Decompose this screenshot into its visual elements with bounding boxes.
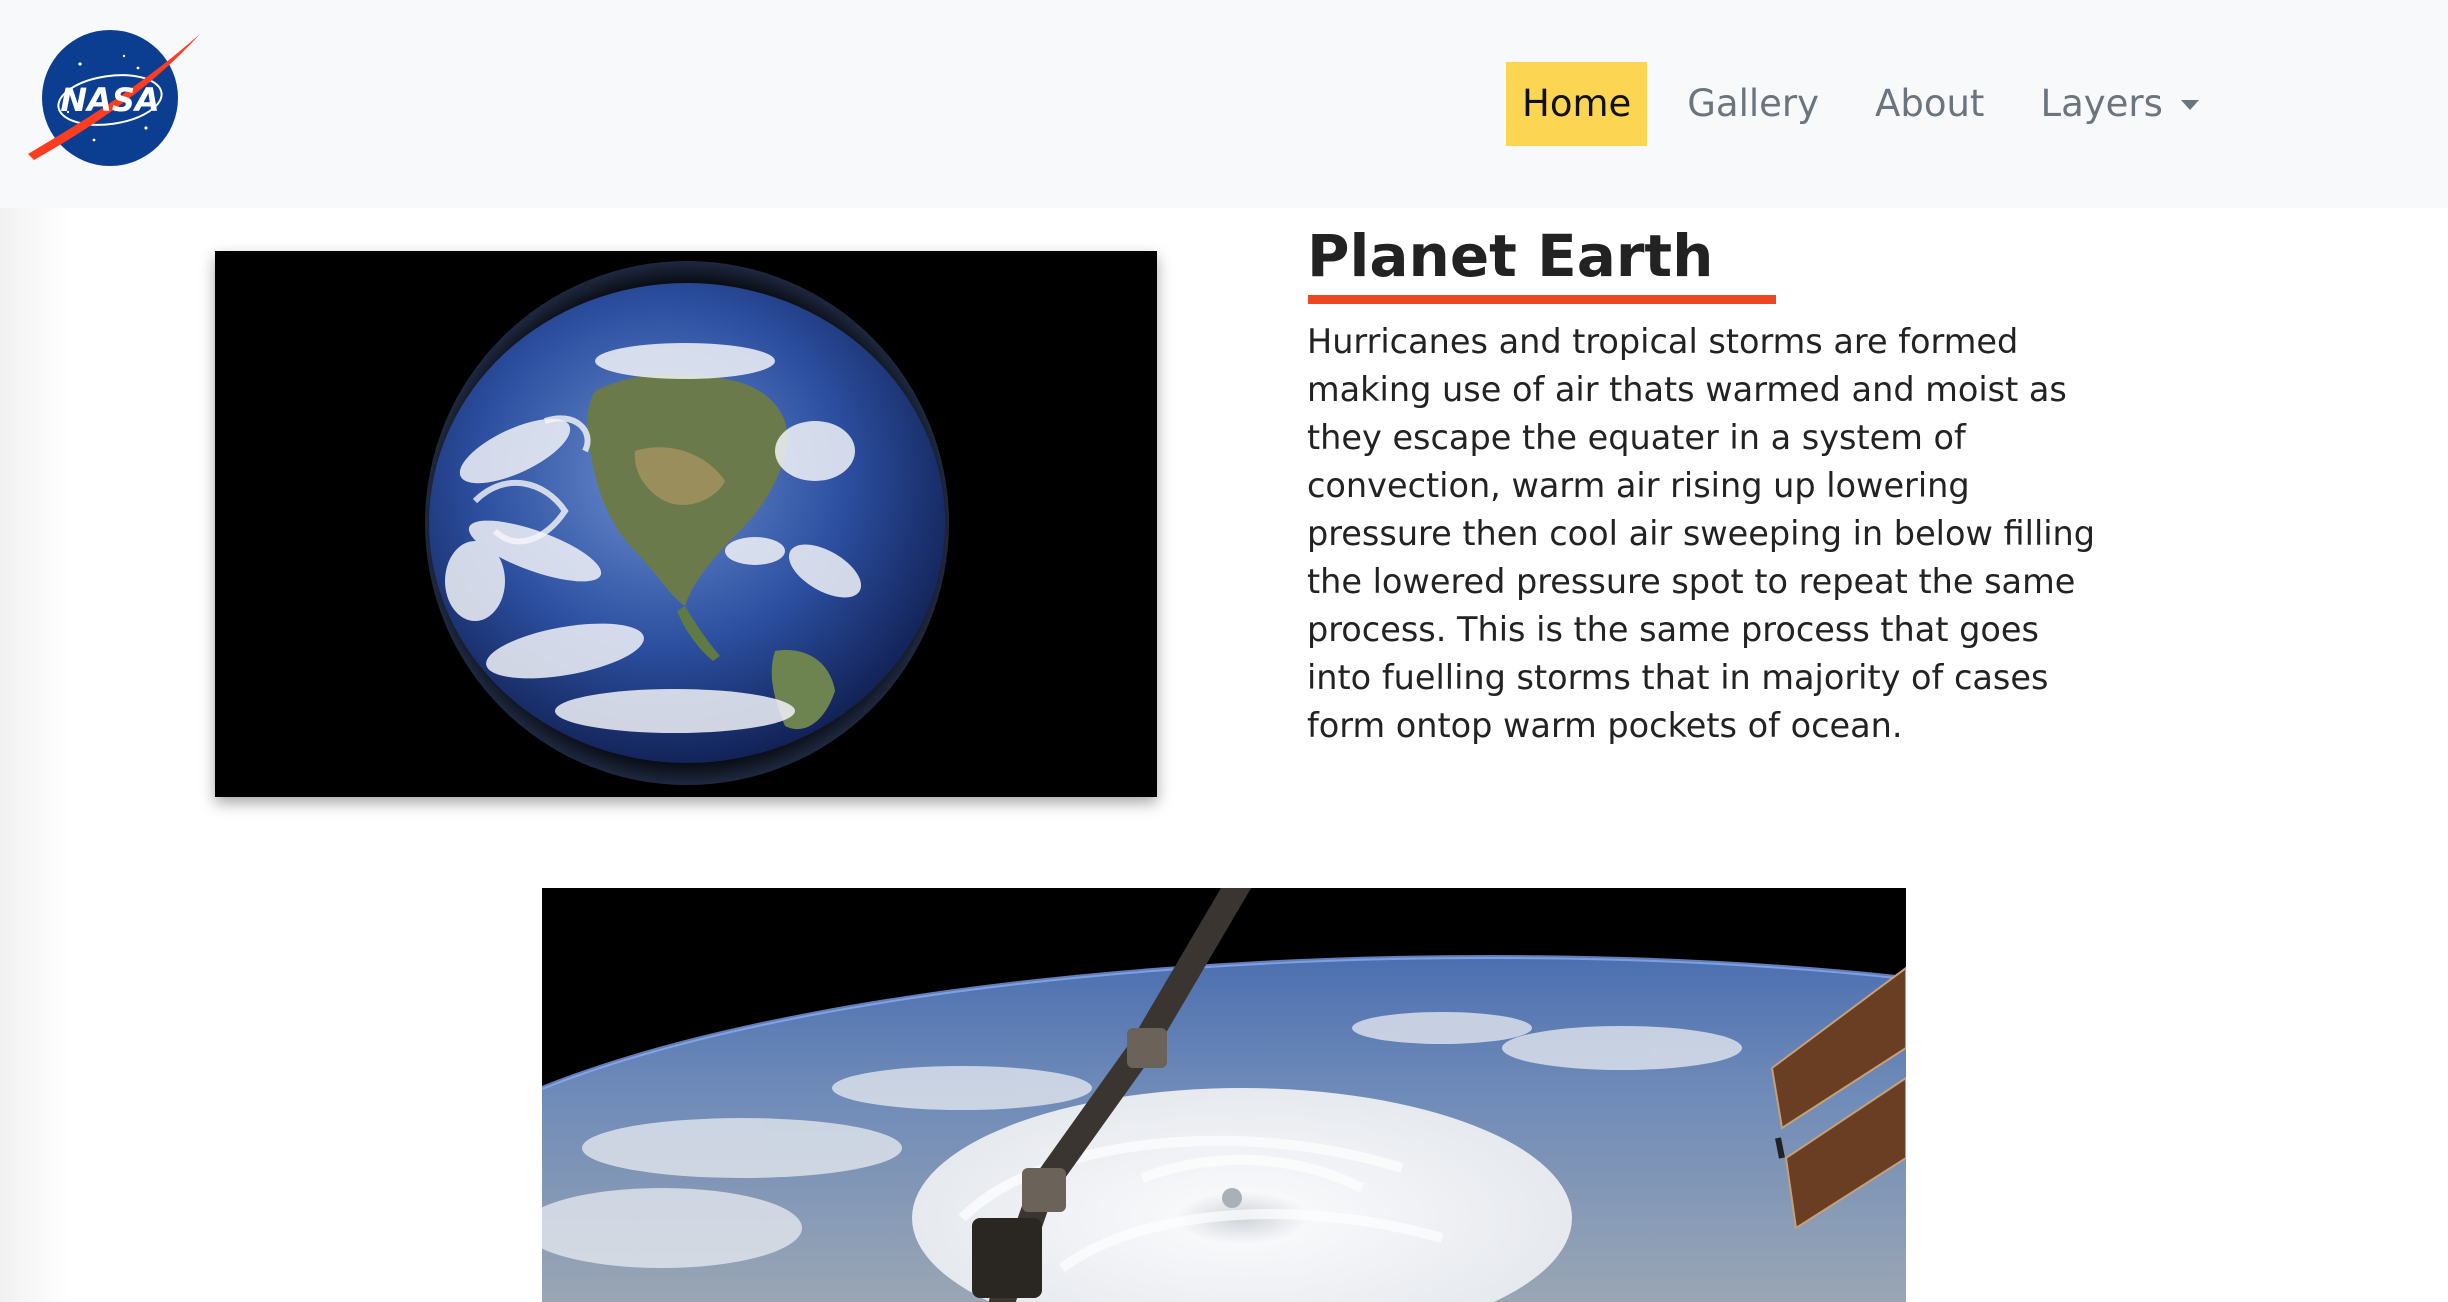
logo-text: NASA (60, 81, 159, 119)
nav-about-link[interactable]: About (1859, 62, 2000, 146)
title-underline (1308, 295, 1776, 304)
hurricane-image (542, 888, 1906, 1302)
nav-layers-dropdown[interactable]: Layers (2024, 62, 2214, 146)
navbar: NASA Home Gallery About Layers (0, 0, 2448, 208)
earth-from-space-image (215, 251, 1157, 797)
page-title: Planet Earth (1307, 222, 1714, 290)
earth-image (215, 251, 1157, 797)
caret-down-icon (2180, 100, 2199, 110)
nav-gallery-link[interactable]: Gallery (1671, 62, 1835, 146)
nav-layers-label: Layers (2040, 82, 2163, 125)
article-body: Hurricanes and tropical storms are forme… (1307, 322, 2096, 745)
nav-links: Home Gallery About Layers (1506, 62, 2239, 146)
nav-home-link[interactable]: Home (1506, 62, 1648, 146)
hurricane-from-iss-image (542, 888, 1906, 1302)
nasa-logo-icon[interactable]: NASA (28, 28, 200, 168)
page-edge-shade (0, 208, 70, 1302)
